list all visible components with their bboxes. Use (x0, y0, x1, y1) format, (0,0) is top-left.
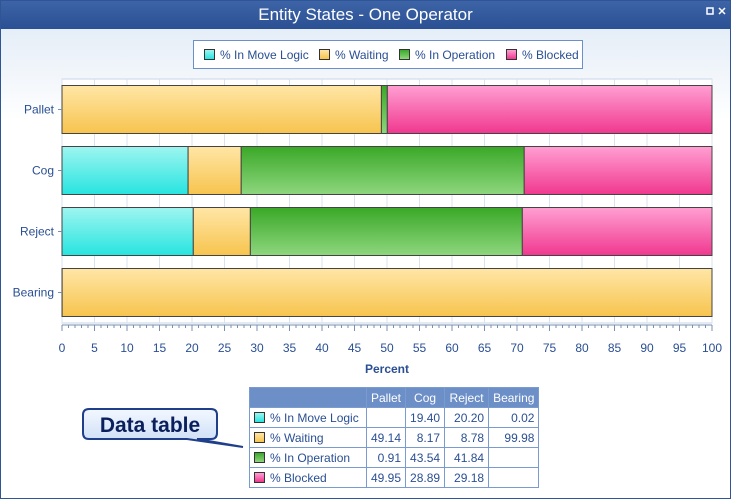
row-label: % Blocked (270, 470, 327, 485)
table-corner (249, 387, 367, 408)
x-tick-label: 85 (608, 341, 622, 355)
x-tick-label: 90 (640, 341, 654, 355)
x-tick-label: 50 (380, 341, 394, 355)
row-header: % In Move Logic (249, 407, 367, 428)
table-cell: 8.17 (405, 427, 446, 448)
x-tick-label: 60 (445, 341, 459, 355)
callout-label: Data table (100, 414, 200, 437)
row-label: % In Move Logic (270, 410, 359, 425)
table-row: % In Operation 0.91 43.54 41.84 (249, 447, 540, 468)
table-cell: 49.95 (365, 467, 407, 488)
table-cell: 29.18 (444, 467, 490, 488)
table-cell (488, 467, 540, 488)
x-tick-label: 75 (543, 341, 557, 355)
row-swatch (254, 471, 265, 483)
table-cell: 0.02 (488, 407, 540, 428)
x-tick-label: 30 (250, 341, 264, 355)
table-cell (488, 447, 540, 468)
table-cell: 20.20 (444, 407, 490, 428)
x-tick-label: 20 (185, 341, 199, 355)
column-header: Pallet (365, 387, 407, 408)
data-table: Pallet Cog Reject Bearing % In Move Logic 19.… (249, 387, 540, 488)
table-cell: 49.14 (365, 427, 407, 448)
y-tick-label: Pallet (24, 103, 55, 117)
row-swatch (254, 451, 265, 463)
y-tick-label: Reject (20, 225, 55, 239)
table-row: % Waiting 49.14 8.17 8.78 99.98 (249, 427, 540, 448)
x-tick-label: 0 (59, 341, 66, 355)
bar-reject-pct-blocked (521, 207, 713, 256)
y-tick-label: Bearing (13, 286, 54, 300)
y-tick-label: Cog (32, 164, 54, 178)
x-tick-label: 35 (283, 341, 297, 355)
row-header: % In Operation (249, 447, 367, 468)
bar-bearing-pct-waiting (61, 268, 713, 317)
x-tick-label: 65 (478, 341, 492, 355)
bar-chart: Pallet Cog Reject Bearing 0 5 10 15 20 25 30 35 40 45… (13, 78, 722, 376)
table-cell: 28.89 (405, 467, 446, 488)
table-cell: 19.40 (405, 407, 446, 428)
bar-reject-pct-in-move-logic (61, 207, 194, 256)
x-tick-label: 10 (120, 341, 134, 355)
column-header: Bearing (488, 387, 540, 408)
bar-reject-pct-waiting (192, 207, 251, 256)
row-label: % In Operation (270, 450, 351, 465)
column-header: Cog (405, 387, 446, 408)
bar-pallet-pct-waiting (61, 85, 382, 134)
x-tick-label: 5 (91, 341, 98, 355)
x-tick-label: 15 (153, 341, 167, 355)
bar-cog-pct-blocked (523, 146, 713, 195)
bar-pallet-pct-in-operation (380, 85, 388, 134)
table-cell (365, 407, 407, 428)
row-swatch (254, 431, 265, 443)
row-label: % Waiting (270, 430, 324, 445)
row-swatch (254, 411, 265, 423)
table-cell: 99.98 (488, 427, 540, 448)
x-tick-label: 95 (673, 341, 687, 355)
bar-pallet-pct-blocked (386, 85, 713, 134)
callout-bubble (82, 408, 244, 448)
table-cell: 8.78 (444, 427, 490, 448)
table-cell: 43.54 (405, 447, 446, 468)
bar-cog-pct-in-operation (240, 146, 525, 195)
x-tick-label: 45 (348, 341, 362, 355)
x-tick-label: 80 (575, 341, 589, 355)
row-header: % Waiting (249, 427, 367, 448)
x-tick-label: 55 (413, 341, 427, 355)
data-table-header: Pallet Cog Reject Bearing (249, 387, 540, 408)
table-row: % Blocked 49.95 28.89 29.18 (249, 467, 540, 488)
bar-reject-pct-in-operation (249, 207, 523, 256)
x-tick-label: 70 (510, 341, 524, 355)
x-tick-label: 40 (315, 341, 329, 355)
bar-cog-pct-in-move-logic (61, 146, 189, 195)
x-axis-label: Percent (365, 362, 409, 376)
column-header: Reject (444, 387, 490, 408)
table-cell: 0.91 (365, 447, 407, 468)
table-row: % In Move Logic 19.40 20.20 0.02 (249, 407, 540, 428)
x-tick-label: 25 (218, 341, 232, 355)
row-header: % Blocked (249, 467, 367, 488)
table-cell: 41.84 (444, 447, 490, 468)
chart-window: Entity States - One Operator % In Move L… (0, 0, 731, 499)
x-tick-label: 100 (702, 341, 722, 355)
bar-cog-pct-waiting (187, 146, 242, 195)
